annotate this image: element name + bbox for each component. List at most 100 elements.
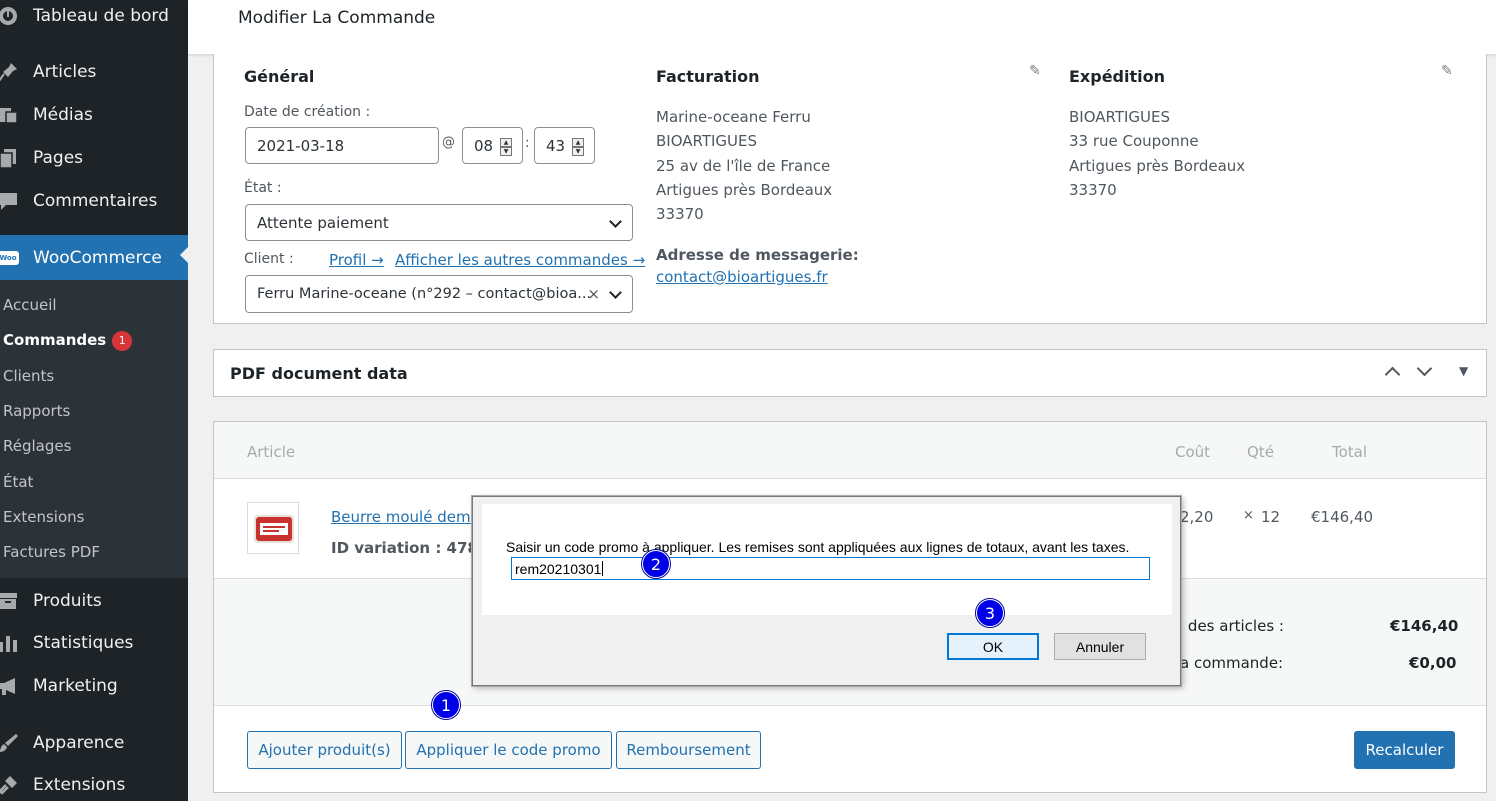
client-label: Client : [244,251,294,267]
billing-email-link[interactable]: contact@bioartigues.fr [656,268,828,286]
profile-link[interactable]: Profil → [329,251,384,269]
edit-shipping-pencil-icon[interactable]: ✎ [1441,63,1453,79]
submenu-etat[interactable]: État [3,473,33,491]
order-total-value: €0,00 [1409,654,1457,672]
status-label: État : [244,180,282,196]
col-cost: Coût [1175,443,1211,461]
menu-dashboard[interactable]: Tableau de bord [0,0,188,36]
minute-input[interactable]: 43 ▲ ▼ [534,127,595,164]
submenu-rapports[interactable]: Rapports [3,402,70,420]
chevron-down-icon [609,286,622,299]
edit-billing-pencil-icon[interactable]: ✎ [1029,63,1041,79]
apply-coupon-button[interactable]: Appliquer le code promo [405,731,612,769]
billing-line: 33370 [656,205,704,224]
billing-line: 25 av de l'île de France [656,156,831,175]
chevron-down-icon [609,214,622,228]
menu-media[interactable]: Médias [0,95,188,135]
text-caret [602,561,604,576]
add-product-button[interactable]: Ajouter produit(s) [247,731,402,769]
pdf-panel-title: PDF document data [230,364,408,383]
menu-apparence-label: Apparence [33,733,125,753]
menu-produits-label: Produits [33,591,102,611]
coupon-prompt-dialog: Saisir un code promo à appliquer. Les re… [472,496,1181,686]
clear-client-icon[interactable]: × [587,285,600,303]
orders-count-badge: 1 [112,331,133,351]
page-header: Modifier La Commande [188,0,1496,54]
shipping-line: BIOARTIGUES [1069,108,1171,126]
billing-line: Marine-oceane Ferru [656,108,811,126]
menu-dashboard-label: Tableau de bord [33,6,169,26]
spin-up-icon[interactable]: ▲ [572,138,584,147]
status-value: Attente paiement [257,213,389,232]
megaphone-icon [0,674,20,698]
toggle-triangle-icon[interactable]: ▼ [1459,364,1468,378]
items-table-header: Article Coût Qté Total [214,422,1486,479]
minute-spinner[interactable]: ▲ ▼ [572,138,584,156]
menu-pages[interactable]: Pages [0,138,188,178]
menu-marketing[interactable]: Marketing [0,666,188,706]
submenu-commandes[interactable]: Commandes 1 [3,331,133,351]
refund-button[interactable]: Remboursement [616,731,761,769]
submenu-accueil[interactable]: Accueil [3,296,57,314]
step-marker-3: 3 [976,599,1004,627]
billing-line: Artigues près Bordeaux [656,180,833,199]
brush-icon [0,731,20,755]
menu-statistiques[interactable]: Statistiques [0,623,188,663]
chevron-down-icon[interactable] [1416,360,1433,377]
variation-text: ID variation : 478 [331,539,478,557]
shipping-heading: Expédition [1069,67,1166,86]
order-total-label: a commande: [1180,654,1284,672]
spin-down-icon[interactable]: ▼ [572,147,584,156]
dashboard-icon [0,4,20,28]
date-label: Date de création : [244,104,371,120]
other-orders-link[interactable]: Afficher les autres commandes → [395,251,645,269]
submenu-extensions[interactable]: Extensions [3,508,84,526]
dialog-body: Saisir un code promo à appliquer. Les re… [482,504,1172,615]
menu-apparence[interactable]: Apparence [0,723,188,763]
date-input[interactable]: 2021-03-18 [245,127,439,164]
menu-woocommerce[interactable]: Woo WooCommerce [0,235,188,280]
col-article: Article [247,443,296,461]
admin-sidebar: Tableau de bord Articles Médias Pages Co… [0,0,188,801]
dialog-ok-button[interactable]: OK [947,633,1039,660]
shipping-line: 33370 [1069,180,1117,199]
menu-articles-label: Articles [33,62,97,82]
menu-extensions[interactable]: Extensions [0,765,188,801]
coupon-code-input[interactable]: rem20210301 [511,557,1150,580]
shipping-line: Artigues près Bordeaux [1069,156,1246,175]
spin-up-icon[interactable]: ▲ [500,138,512,147]
hour-input[interactable]: 08 ▲ ▼ [462,127,523,164]
page-title: Modifier La Commande [238,8,436,28]
product-name-link[interactable]: Beurre moulé demi- [331,508,480,526]
items-subtotal-label: l des articles : [1179,617,1284,635]
general-heading: Général [244,67,315,86]
dialog-cancel-button[interactable]: Annuler [1054,633,1146,660]
hour-spinner[interactable]: ▲ ▼ [500,138,512,156]
menu-marketing-label: Marketing [33,676,118,696]
menu-articles[interactable]: Articles [0,52,188,92]
billing-line: BIOARTIGUES [656,132,758,151]
billing-heading: Facturation [656,67,760,86]
client-select[interactable]: Ferru Marine-oceane (n°292 – contact@bio… [245,275,633,313]
comments-icon [0,189,20,213]
menu-statistiques-label: Statistiques [33,633,134,653]
step-marker-1: 1 [432,691,460,719]
submenu-factures-pdf[interactable]: Factures PDF [3,543,100,561]
menu-comments[interactable]: Commentaires [0,181,188,221]
status-select[interactable]: Attente paiement [245,204,633,241]
client-value: Ferru Marine-oceane (n°292 – contact@bio… [257,286,592,302]
shipping-line: 33 rue Couponne [1069,132,1199,151]
recalculate-button[interactable]: Recalculer [1354,731,1455,769]
menu-media-label: Médias [33,105,93,125]
item-total: €146,40 [1311,508,1374,526]
col-qty: Qté [1247,443,1274,461]
menu-produits[interactable]: Produits [0,581,188,621]
submenu-clients[interactable]: Clients [3,367,54,385]
time-colon: : [525,135,530,151]
chevron-up-icon[interactable] [1384,366,1401,383]
product-thumbnail [247,502,299,554]
woocommerce-submenu: Accueil Commandes 1 Clients Rapports Régl… [0,280,188,578]
item-cost: 2,20 [1180,508,1214,526]
spin-down-icon[interactable]: ▼ [500,147,512,156]
submenu-reglages[interactable]: Réglages [3,437,71,455]
